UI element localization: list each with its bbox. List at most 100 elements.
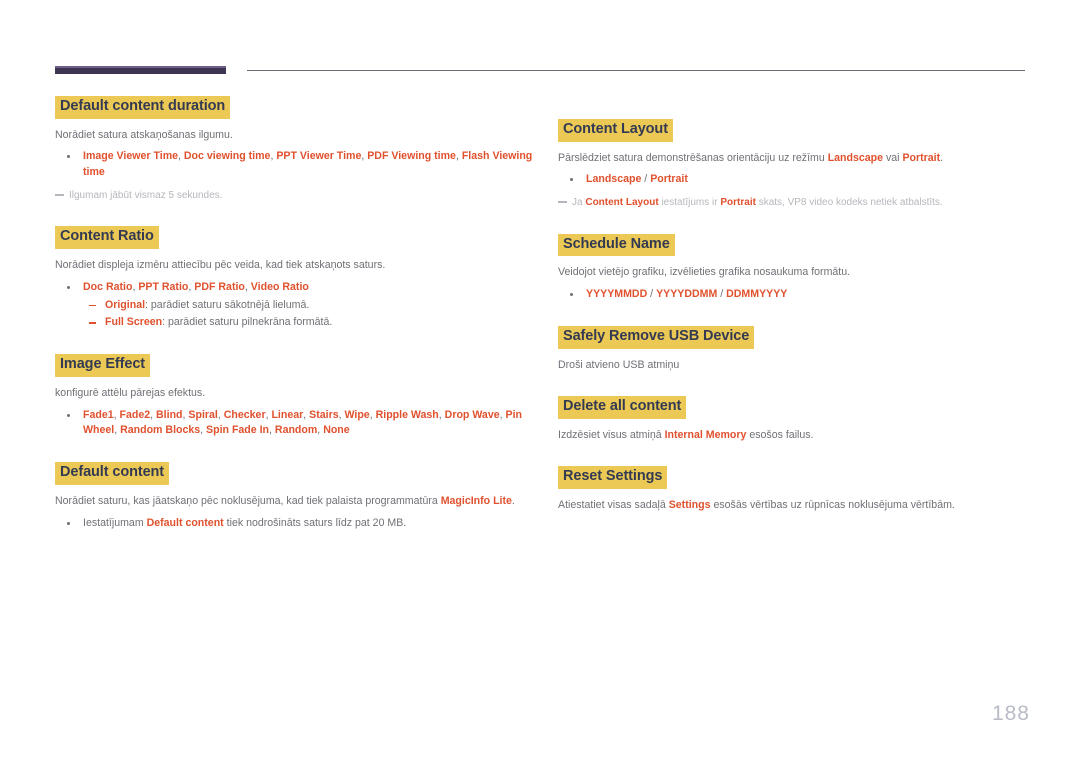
section-heading: Content Layout (558, 119, 673, 142)
sub-bullet-dash-icon (89, 322, 96, 324)
text-desc-0: Izdzēsiet visus atmiņā (558, 428, 665, 441)
section-description: Norādiet displeja izmēru attiecību pēc v… (55, 259, 386, 272)
keyword-b0-0: Landscape (586, 173, 642, 186)
text-note-0: Ilgumam jābūt vismaz 5 sekundes. (69, 189, 223, 201)
header-accent-bar (55, 66, 226, 74)
bullet-item: Image Viewer Time, Doc viewing time, PPT… (55, 149, 535, 181)
text-desc-0: Atiestatiet visas sadaļā (558, 498, 669, 511)
text-desc-2: vai (883, 151, 903, 164)
keyword-b0-0: Doc Ratio (83, 280, 133, 293)
note-callout: Ilgumam jābūt vismaz 5 sekundes. (55, 189, 535, 204)
bullet-text: Iestatījumam Default content tiek nodroš… (83, 517, 406, 529)
keyword-b0-26: Random (274, 424, 318, 437)
text-note-0: Ja (572, 197, 586, 209)
section: Content Layout Pārslēdziet satura demonst… (558, 119, 1038, 211)
keyword-b0-0: Fade1 (83, 408, 114, 421)
bullet-dot-icon (570, 292, 573, 296)
bullet-text: YYYYMMDD / YYYYDDMM / DDMMYYYY (586, 288, 787, 300)
text-b0-2: tiek nodrošināts saturs līdz pat 20 MB. (223, 516, 407, 529)
bullet-list: Doc Ratio, PPT Ratio, PDF Ratio, Video R… (55, 280, 535, 332)
header-thin-line (247, 70, 1025, 71)
bullet-dot-icon (67, 155, 70, 159)
text-desc-2: esošos failus. (746, 428, 814, 441)
bullet-list: Iestatījumam Default content tiek nodroš… (55, 516, 535, 532)
note-text: Ja Content Layout iestatījums ir Portrai… (572, 197, 943, 208)
keyword-note-3: Portrait (720, 197, 756, 209)
section-description: konfigurē attēlu pārejas efektus. (55, 387, 206, 400)
keyword-b0-16: Ripple Wash (375, 408, 439, 421)
section: Delete all content Izdzēsiet visus atmiņā… (558, 395, 1038, 443)
text-desc-2: esošās vērtības uz rūpnīcas noklusējuma … (710, 498, 955, 511)
text-sb0-1: : parādiet saturu sākotnējā lielumā. (145, 298, 310, 311)
bullet-item: Landscape / Portrait (558, 172, 1038, 188)
keyword-sb0-0: Original (105, 298, 146, 311)
section-description: Izdzēsiet visus atmiņā Internal Memory e… (558, 428, 1038, 443)
bullet-text: Doc Ratio, PPT Ratio, PDF Ratio, Video R… (83, 281, 309, 293)
sub-bullet-text: Full Screen: parādiet saturu pilnekrāna … (105, 316, 332, 328)
keyword-b0-2: Fade2 (119, 408, 151, 421)
sub-bullet-item: Full Screen: parādiet saturu pilnekrāna … (83, 315, 535, 331)
keyword-b0-1: Default content (146, 516, 224, 529)
section-description: Veidojot vietējo grafiku, izvēlieties gr… (558, 266, 851, 279)
bullet-dot-icon (570, 178, 573, 182)
keyword-b0-28: None (323, 424, 350, 437)
section-description: Pārslēdziet satura demonstrēšanas orient… (558, 151, 1038, 166)
section-description: Atiestatiet visas sadaļā Settings esošās… (558, 498, 1038, 513)
sub-bullet-text: Original: parādiet saturu sākotnējā liel… (105, 299, 309, 311)
bullet-list: Image Viewer Time, Doc viewing time, PPT… (55, 149, 535, 181)
section-description: Norādiet saturu, kas jāatskaņo pēc noklu… (55, 494, 535, 509)
keyword-b0-8: Checker (223, 408, 266, 421)
text-b0-3: / (717, 287, 727, 300)
keyword-desc-1: Internal Memory (664, 428, 747, 441)
text-note-2: iestatījums ir (658, 197, 721, 209)
bullet-dot-icon (67, 521, 70, 525)
bullet-list: Landscape / Portrait (558, 172, 1038, 188)
section-heading: Delete all content (558, 395, 687, 419)
page-number: 188 (991, 702, 1030, 725)
keyword-b0-10: Linear (271, 408, 304, 421)
keyword-b0-2: YYYYDDMM (656, 287, 718, 300)
text-b0-0: Iestatījumam (83, 516, 147, 529)
keyword-b0-24: Spin Fade In (206, 424, 270, 437)
keyword-b0-0: Image Viewer Time (83, 150, 179, 163)
section: Reset Settings Atiestatiet visas sadaļā S… (558, 466, 1038, 513)
keyword-b0-22: Random Blocks (120, 424, 201, 437)
sub-bullet-item: Original: parādiet saturu sākotnējā liel… (83, 298, 535, 314)
keyword-b0-4: Blind (156, 408, 183, 421)
bullet-text: Landscape / Portrait (586, 173, 688, 185)
keyword-b0-6: Spiral (188, 408, 218, 421)
content-column-left: Default content duration Norādiet satura … (55, 96, 535, 531)
text-desc-4: . (940, 151, 944, 164)
section: Content Ratio Norādiet displeja izmēru at… (55, 226, 535, 331)
keyword-b0-14: Wipe (344, 408, 370, 421)
note-callout: Ja Content Layout iestatījums ir Portrai… (558, 196, 1038, 211)
keyword-b0-18: Drop Wave (444, 408, 500, 421)
text-desc-0: Pārslēdziet satura demonstrēšanas orient… (558, 151, 828, 164)
document-page: Default content duration Norādiet satura … (0, 0, 1080, 763)
section-heading: Schedule Name (558, 233, 675, 257)
page-header-rule (55, 66, 1025, 75)
bullet-list: Fade1, Fade2, Blind, Spiral, Checker, Li… (55, 408, 535, 440)
keyword-b0-2: PPT Ratio (138, 280, 189, 293)
keyword-b0-6: PDF Viewing time (367, 150, 456, 163)
section-heading: Content Ratio (55, 226, 159, 250)
section: Default content Norādiet saturu, kas jāat… (55, 462, 535, 531)
keyword-desc-1: MagicInfo Lite (440, 495, 512, 508)
keyword-sb1-0: Full Screen (105, 316, 163, 329)
section-heading: Image Effect (55, 354, 151, 378)
sub-bullet-list: Original: parādiet saturu sākotnējā liel… (83, 298, 535, 332)
bullet-text: Image Viewer Time, Doc viewing time, PPT… (83, 150, 532, 178)
section-heading: Default content (55, 462, 170, 486)
keyword-b0-2: Doc viewing time (183, 150, 271, 163)
bullet-text: Fade1, Fade2, Blind, Spiral, Checker, Li… (83, 409, 522, 437)
section: Schedule Name Veidojot vietējo grafiku, i… (558, 233, 1038, 303)
bullet-dot-icon (67, 413, 70, 417)
text-sb1-1: : parādiet saturu pilnekrāna formātā. (162, 316, 333, 329)
text-desc-0: Norādiet saturu, kas jāatskaņo pēc noklu… (55, 495, 441, 508)
section-heading: Safely Remove USB Device (558, 325, 755, 349)
keyword-desc-1: Settings (668, 498, 711, 511)
text-b0-1: / (641, 173, 651, 186)
section: Image Effect konfigurē attēlu pārejas efe… (55, 354, 535, 439)
text-desc-2: . (511, 495, 515, 508)
keyword-b0-6: Video Ratio (250, 280, 309, 293)
